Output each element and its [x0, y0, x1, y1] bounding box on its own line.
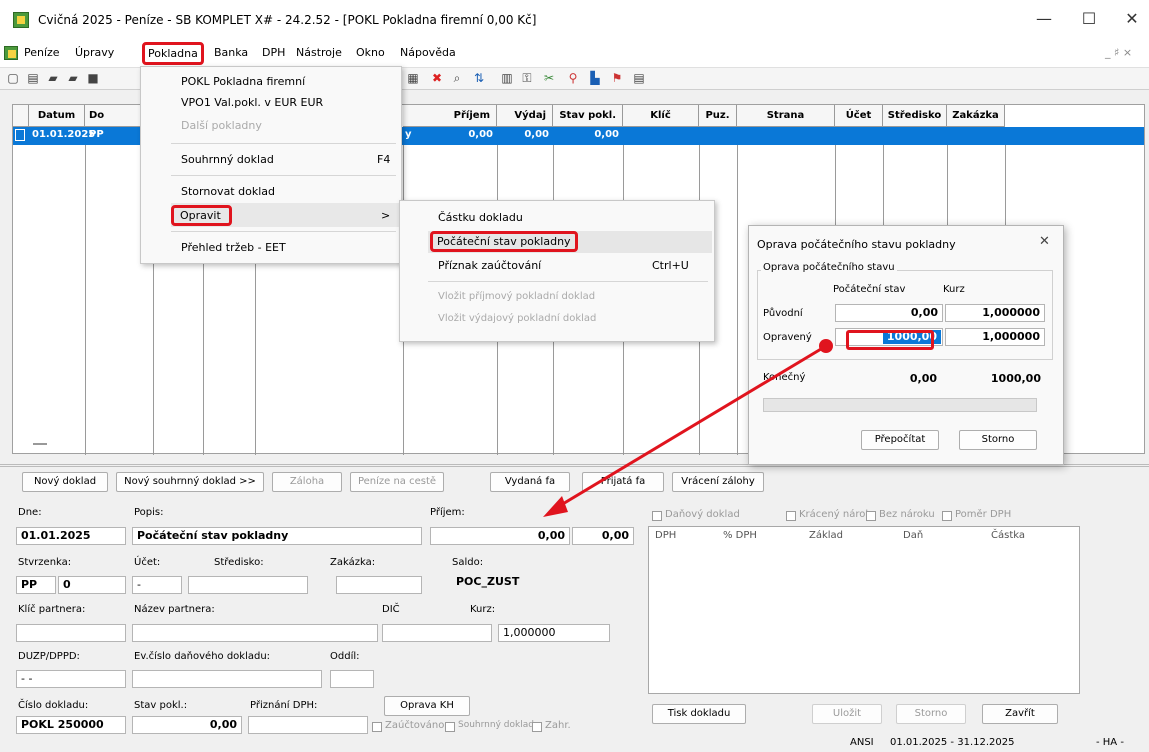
annotation-highlight-box	[846, 330, 934, 350]
annotation-line	[555, 344, 827, 510]
annotation-arrowhead	[543, 496, 568, 517]
app-window: Cvičná 2025 - Peníze - SB KOMPLET X# - 2…	[0, 0, 1149, 752]
annotation-arrow	[543, 339, 833, 517]
